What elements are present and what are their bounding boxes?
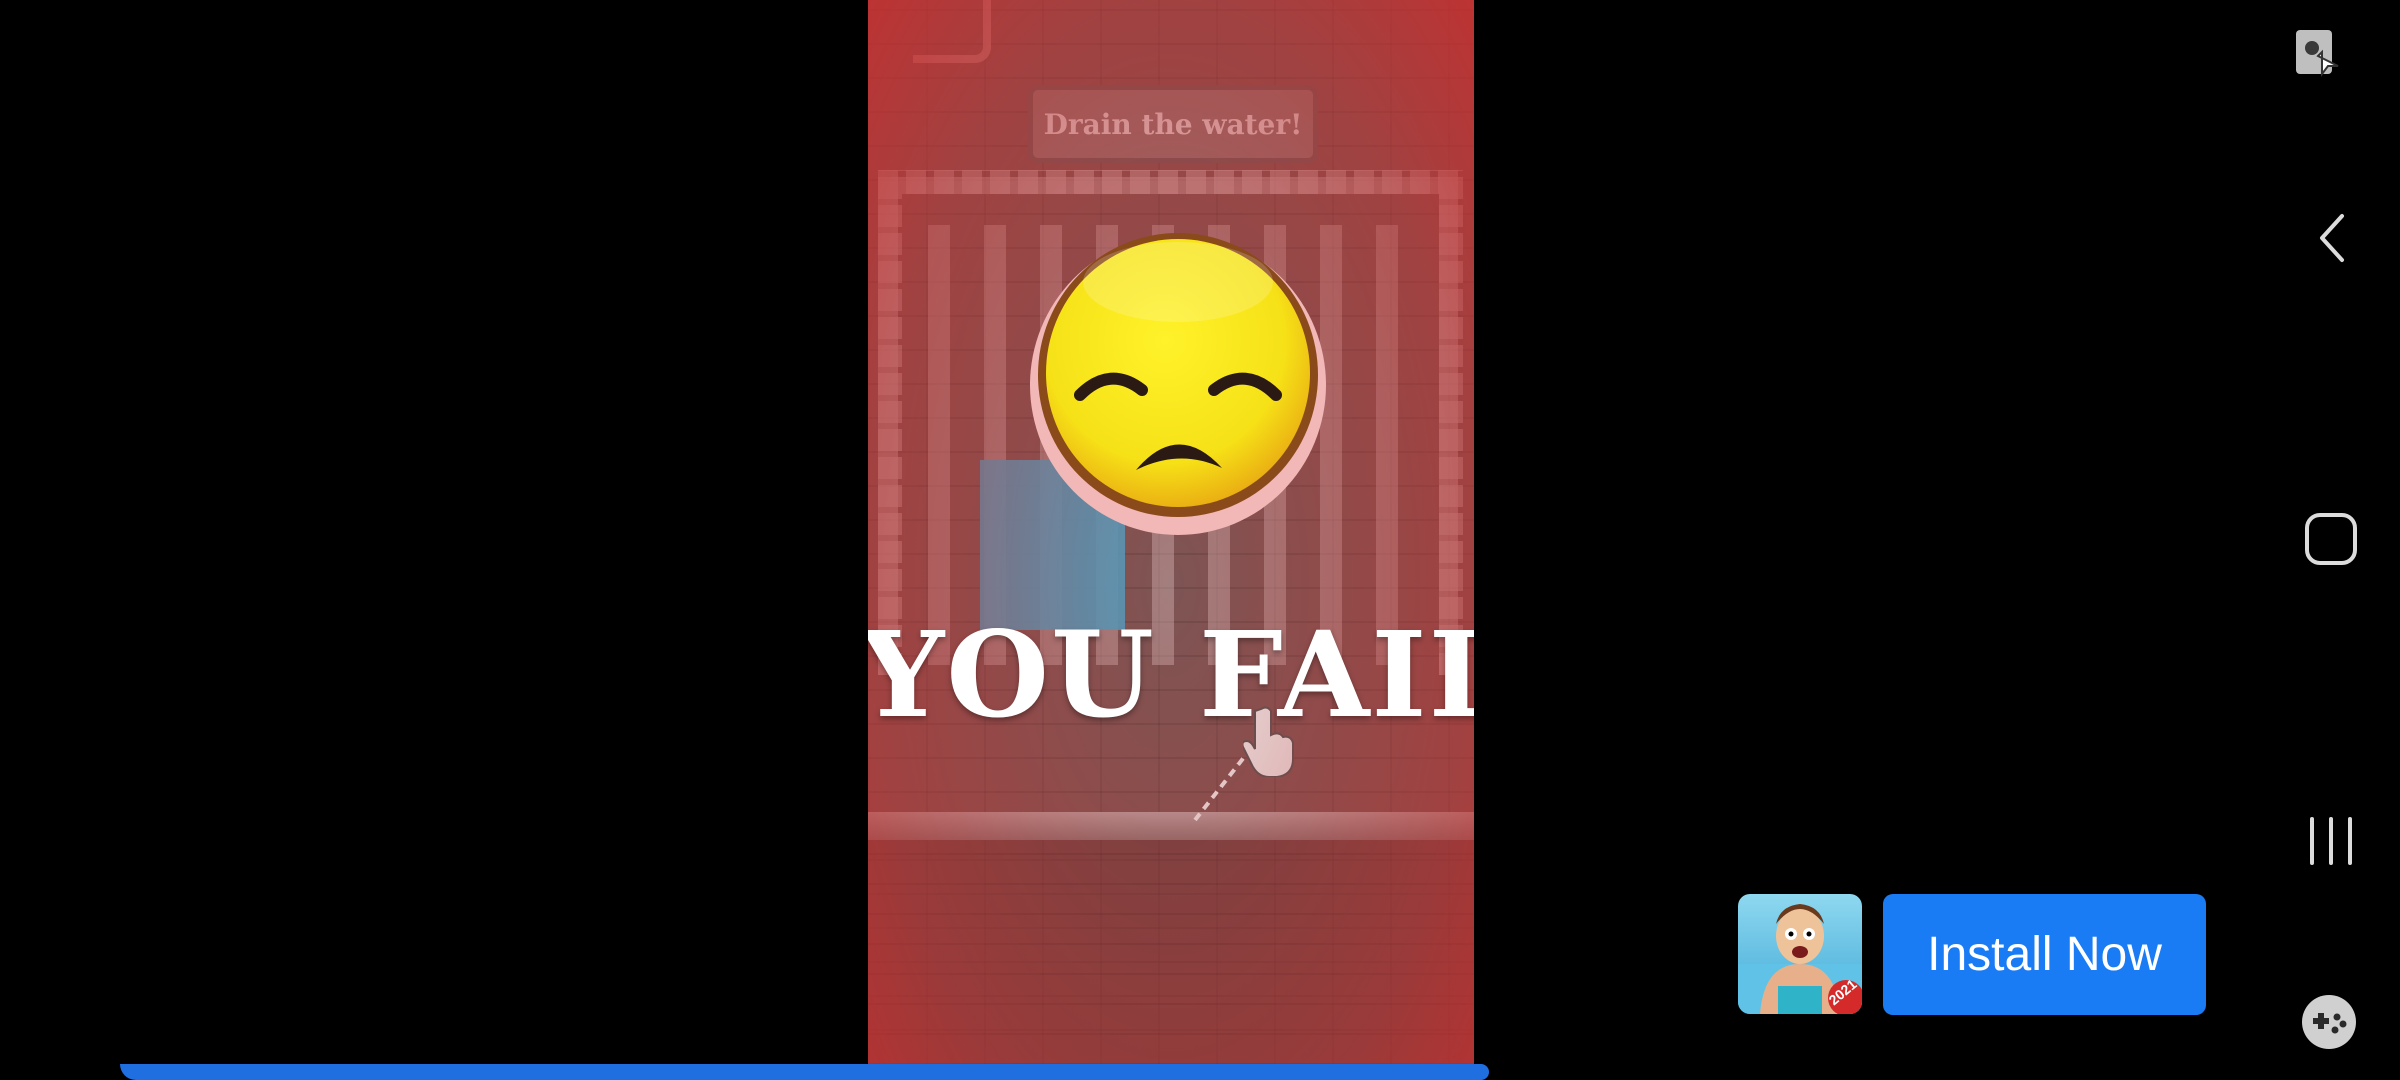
recents-icon (2310, 817, 2352, 865)
home-icon (2305, 513, 2357, 565)
fail-message: YOU FAIL!! (868, 605, 1474, 744)
install-now-button[interactable]: Install Now (1883, 894, 2206, 1015)
touch-lock-icon (2296, 30, 2339, 77)
sad-face-icon (1030, 233, 1326, 535)
level-objective-text: Drain the water! (1043, 107, 1303, 141)
pipe-decoration (913, 0, 991, 63)
video-progress-fill (120, 1064, 1489, 1080)
floor-bricks (868, 840, 1474, 1065)
back-button[interactable] (2312, 210, 2352, 266)
floor-ledge (868, 812, 1474, 840)
level-objective-banner: Drain the water! (1028, 85, 1318, 163)
video-progress-track[interactable] (120, 1064, 1875, 1080)
recents-button[interactable] (2302, 812, 2360, 870)
game-tools-button[interactable] (2298, 992, 2360, 1052)
home-button[interactable] (2302, 510, 2360, 568)
advertised-app-icon[interactable]: 2021 (1738, 894, 1862, 1014)
game-video-panel[interactable]: Drain the water! YOU FAIL!! (868, 0, 1474, 1065)
game-tools-icon (2302, 995, 2356, 1049)
touch-lock-button[interactable] (2292, 26, 2348, 88)
back-icon (2320, 214, 2344, 262)
